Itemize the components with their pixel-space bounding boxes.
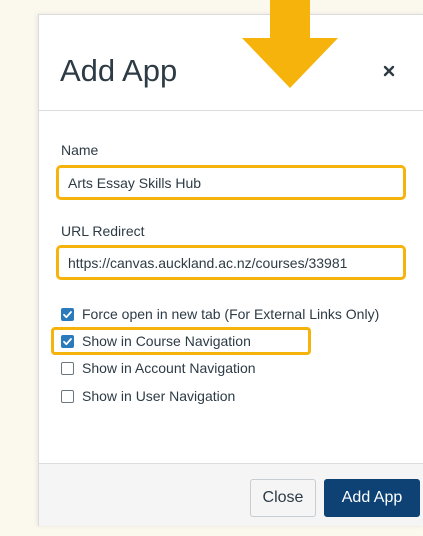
option-account-navigation[interactable]: Show in Account Navigation bbox=[61, 359, 256, 377]
checkmark-icon bbox=[63, 337, 72, 345]
url-redirect-input[interactable] bbox=[59, 248, 403, 277]
url-redirect-label: URL Redirect bbox=[61, 223, 145, 239]
name-field-highlight bbox=[56, 165, 406, 200]
account-navigation-label: Show in Account Navigation bbox=[82, 360, 256, 376]
dialog-title: Add App bbox=[60, 53, 178, 88]
option-user-navigation[interactable]: Show in User Navigation bbox=[61, 387, 235, 405]
course-navigation-label: Show in Course Navigation bbox=[82, 333, 251, 349]
close-dialog-button[interactable] bbox=[379, 61, 399, 81]
dialog-header: Add App bbox=[39, 15, 423, 111]
close-button[interactable]: Close bbox=[250, 479, 316, 517]
name-input[interactable] bbox=[59, 168, 403, 197]
down-arrow-icon bbox=[242, 0, 338, 88]
account-navigation-checkbox[interactable] bbox=[61, 361, 74, 375]
force-new-tab-checkbox[interactable] bbox=[61, 307, 74, 321]
close-icon bbox=[383, 65, 395, 77]
option-course-navigation[interactable]: Show in Course Navigation bbox=[61, 332, 251, 350]
user-navigation-checkbox[interactable] bbox=[61, 389, 74, 403]
name-label: Name bbox=[61, 142, 99, 158]
course-navigation-checkbox[interactable] bbox=[61, 334, 74, 348]
add-app-button[interactable]: Add App bbox=[324, 479, 420, 517]
dialog-footer: Close Add App bbox=[39, 463, 423, 526]
url-field-highlight bbox=[56, 245, 406, 280]
checkmark-icon bbox=[63, 310, 72, 318]
user-navigation-label: Show in User Navigation bbox=[82, 388, 236, 404]
force-new-tab-label: Force open in new tab (For External Link… bbox=[82, 306, 380, 322]
add-app-dialog: Add App Name URL Redirect Force open in … bbox=[38, 14, 423, 526]
option-force-new-tab[interactable]: Force open in new tab (For External Link… bbox=[61, 305, 379, 323]
